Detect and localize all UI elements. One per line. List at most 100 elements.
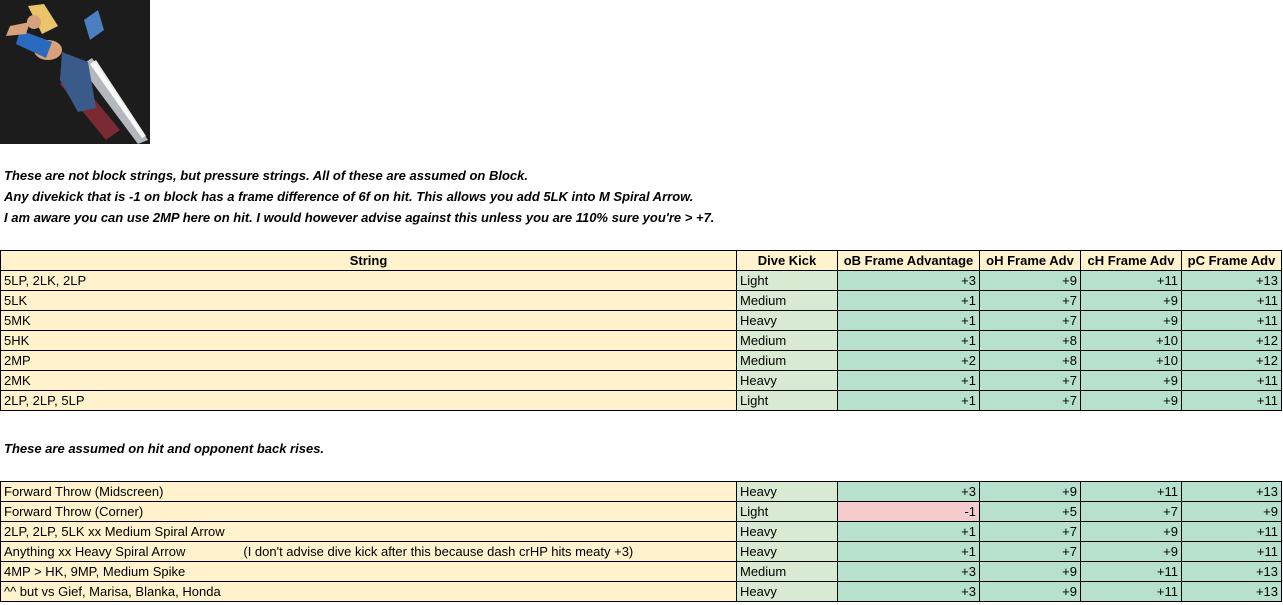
dive-kick-cell: Heavy [736,521,838,542]
ob-frame-cell: +3 [837,581,980,602]
pc-frame-cell: +13 [1181,481,1282,502]
pc-frame-cell: +9 [1181,501,1282,522]
string-cell: 5MK [0,310,737,331]
table-row: Anything xx Heavy Spiral Arrow (I don't a… [0,541,1282,562]
string-cell: 4MP > HK, 9MP, Medium Spike [0,561,737,582]
header-oh-frame-adv: oH Frame Adv [979,250,1081,271]
table-row: 5HK Medium +1 +8 +10 +12 [0,330,1282,351]
dive-kick-cell: Light [736,270,838,291]
dive-kick-cell: Heavy [736,370,838,391]
pc-frame-cell: +11 [1181,290,1282,311]
oh-frame-cell: +9 [979,581,1081,602]
ch-frame-cell: +11 [1080,561,1182,582]
string-cell: ^^ but vs Gief, Marisa, Blanka, Honda [0,581,737,602]
ob-frame-cell: +2 [837,350,980,371]
ch-frame-cell: +11 [1080,581,1182,602]
dive-kick-cell: Heavy [736,581,838,602]
ob-frame-cell: +1 [837,370,980,391]
dive-kick-cell: Heavy [736,481,838,502]
pc-frame-cell: +12 [1181,330,1282,351]
pc-frame-cell: +11 [1181,521,1282,542]
oh-frame-cell: +9 [979,270,1081,291]
ch-frame-cell: +10 [1080,350,1182,371]
header-ob-frame-advantage: oB Frame Advantage [837,250,980,271]
string-cell: Anything xx Heavy Spiral Arrow (I don't a… [0,541,737,562]
table-row: 5LK Medium +1 +7 +9 +11 [0,290,1282,311]
pressure-note-3: I am aware you can use 2MP here on hit. … [4,210,715,225]
pc-frame-cell: +13 [1181,581,1282,602]
oh-frame-cell: +7 [979,390,1081,411]
string-text: Anything xx Heavy Spiral Arrow [4,544,186,559]
table-row: 5MK Heavy +1 +7 +9 +11 [0,310,1282,331]
table-row: Forward Throw (Corner) Light -1 +5 +7 +9 [0,501,1282,522]
ob-frame-cell: +1 [837,541,980,562]
oh-frame-cell: +7 [979,370,1081,391]
string-cell: 5LP, 2LK, 2LP [0,270,737,291]
table-row: 4MP > HK, 9MP, Medium Spike Medium +3 +9 +11… [0,561,1282,582]
dive-kick-cell: Heavy [736,541,838,562]
header-dive-kick: Dive Kick [736,250,838,271]
table-row: Forward Throw (Midscreen) Heavy +3 +9 +11 +13 [0,481,1282,502]
pc-frame-cell: +13 [1181,270,1282,291]
ch-frame-cell: +9 [1080,370,1182,391]
ob-frame-cell: -1 [837,501,980,522]
ob-frame-cell: +1 [837,390,980,411]
oh-frame-cell: +9 [979,561,1081,582]
pc-frame-cell: +11 [1181,541,1282,562]
oh-frame-cell: +7 [979,521,1081,542]
string-cell: 2MK [0,370,737,391]
pc-frame-cell: +11 [1181,390,1282,411]
character-portrait [0,0,150,144]
string-cell: Forward Throw (Corner) [0,501,737,522]
oh-frame-cell: +8 [979,350,1081,371]
hit-strings-table: Forward Throw (Midscreen) Heavy +3 +9 +11 +13… [0,481,1282,602]
ch-frame-cell: +11 [1080,270,1182,291]
string-cell: 5HK [0,330,737,351]
table-row: 2MP Medium +2 +8 +10 +12 [0,350,1282,371]
string-cell: 2LP, 2LP, 5LK xx Medium Spiral Arrow [0,521,737,542]
oh-frame-cell: +7 [979,310,1081,331]
dive-kick-cell: Medium [736,290,838,311]
character-art-icon [0,0,150,144]
table-row: 2LP, 2LP, 5LP Light +1 +7 +9 +11 [0,390,1282,411]
oh-frame-cell: +9 [979,481,1081,502]
string-cell: 2MP [0,350,737,371]
block-strings-table: String Dive Kick oB Frame Advantage oH F… [0,250,1282,411]
ch-frame-cell: +9 [1080,390,1182,411]
string-cell: 5LK [0,290,737,311]
oh-frame-cell: +5 [979,501,1081,522]
dive-kick-cell: Medium [736,350,838,371]
pc-frame-cell: +11 [1181,370,1282,391]
ob-frame-cell: +3 [837,270,980,291]
ob-frame-cell: +3 [837,481,980,502]
table-row: 2LP, 2LP, 5LK xx Medium Spiral Arrow Heav… [0,521,1282,542]
oh-frame-cell: +7 [979,541,1081,562]
dive-kick-cell: Heavy [736,310,838,331]
table-row: ^^ but vs Gief, Marisa, Blanka, Honda Hea… [0,581,1282,602]
string-cell: Forward Throw (Midscreen) [0,481,737,502]
ch-frame-cell: +7 [1080,501,1182,522]
ch-frame-cell: +9 [1080,521,1182,542]
pc-frame-cell: +13 [1181,561,1282,582]
dive-kick-cell: Medium [736,330,838,351]
string-comment: (I don't advise dive kick after this bec… [243,544,634,559]
string-cell: 2LP, 2LP, 5LP [0,390,737,411]
ch-frame-cell: +9 [1080,541,1182,562]
dive-kick-cell: Light [736,501,838,522]
table-row: 5LP, 2LK, 2LP Light +3 +9 +11 +13 [0,270,1282,291]
table-header-row: String Dive Kick oB Frame Advantage oH F… [0,250,1282,271]
ch-frame-cell: +11 [1080,481,1182,502]
pressure-note-1: These are not block strings, but pressur… [4,168,528,183]
pc-frame-cell: +11 [1181,310,1282,331]
ob-frame-cell: +1 [837,330,980,351]
pc-frame-cell: +12 [1181,350,1282,371]
hit-note: These are assumed on hit and opponent ba… [4,441,325,456]
header-ch-frame-adv: cH Frame Adv [1080,250,1182,271]
ob-frame-cell: +1 [837,521,980,542]
oh-frame-cell: +8 [979,330,1081,351]
ob-frame-cell: +1 [837,290,980,311]
dive-kick-cell: Light [736,390,838,411]
ob-frame-cell: +3 [837,561,980,582]
ob-frame-cell: +1 [837,310,980,331]
dive-kick-cell: Medium [736,561,838,582]
